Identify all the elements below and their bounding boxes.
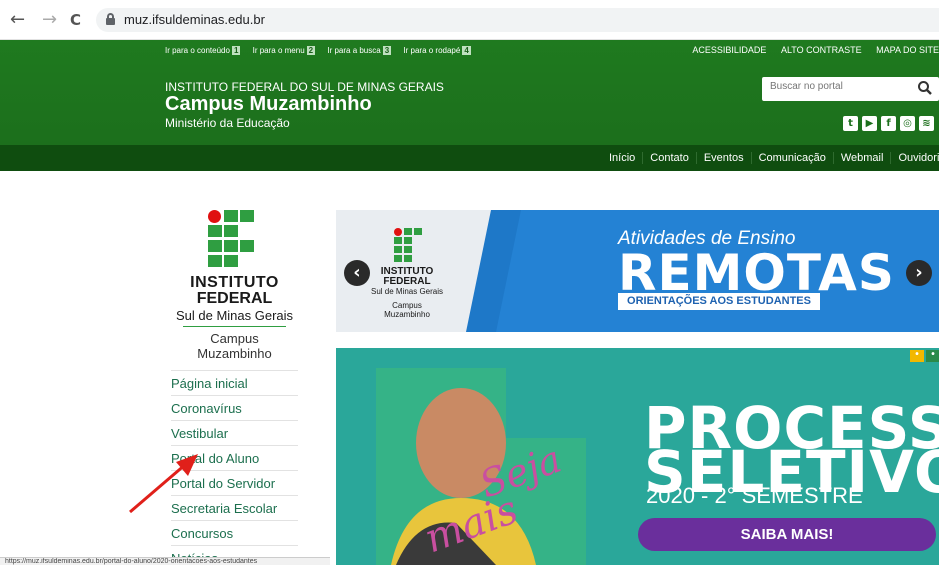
main-nav: Início Contato Eventos Comunicação Webma… <box>0 145 939 171</box>
url-text[interactable]: muz.ifsuldeminas.edu.br <box>124 12 265 27</box>
logo-text-campus: Campus Muzambinho <box>197 331 272 361</box>
back-arrow-icon[interactable]: ← <box>10 10 25 30</box>
banner-logo-line3: Sul de Minas Gerais <box>370 287 444 296</box>
banner-processo-seletivo[interactable]: Seja mais • • PROCESSO SELETIVO 2020 - 2… <box>336 348 939 565</box>
nav-webmail[interactable]: Webmail <box>832 152 891 164</box>
browser-toolbar: ← → C muz.ifsuldeminas.edu.br <box>0 0 939 40</box>
banner-logo-line5: Muzambinho <box>384 310 430 319</box>
skip-link-content[interactable]: Ir para o conteúdo 1 <box>165 46 241 55</box>
lock-icon <box>106 13 115 25</box>
institute-name[interactable]: INSTITUTO FEDERAL DO SUL DE MINAS GERAIS <box>165 80 444 94</box>
site-header: Ir para o conteúdo 1 Ir para o menu 2 Ir p… <box>0 40 939 145</box>
search-input[interactable] <box>770 81 910 92</box>
skip-link-footer[interactable]: Ir para o rodapé 4 <box>403 46 471 55</box>
nav-contato[interactable]: Contato <box>642 152 696 164</box>
side-menu-item-vestibular[interactable]: Vestibular <box>171 420 298 445</box>
reload-icon[interactable]: C <box>70 10 81 30</box>
search-box <box>762 77 939 101</box>
logo-divider <box>183 326 286 327</box>
banner-logo-line2: FEDERAL <box>383 276 431 287</box>
high-contrast-link[interactable]: ALTO CONTRASTE <box>781 45 862 55</box>
banner-subtitle: ORIENTAÇÕES AOS ESTUDANTES <box>618 293 820 310</box>
ministry-name: Ministério da Educação <box>165 116 290 130</box>
saiba-mais-button[interactable]: SAIBA MAIS! <box>638 518 936 551</box>
side-menu-item-pagina-inicial[interactable]: Página inicial <box>171 370 298 395</box>
nav-ouvidoria[interactable]: Ouvidoria <box>890 152 939 164</box>
accessibility-link[interactable]: ACESSIBILIDADE <box>692 45 766 55</box>
nav-comunicacao[interactable]: Comunicação <box>750 152 833 164</box>
skip-link-search[interactable]: Ir para a busca 3 <box>327 46 392 55</box>
site-map-link[interactable]: MAPA DO SITE <box>876 45 939 55</box>
carousel-next-icon[interactable]: › <box>906 260 932 286</box>
nav-eventos[interactable]: Eventos <box>695 152 751 164</box>
carousel-dot-active[interactable]: • <box>910 350 924 362</box>
side-menu-item-concursos[interactable]: Concursos <box>171 520 298 545</box>
carousel-banner-remotas[interactable]: INSTITUTO FEDERAL Sul de Minas Gerais Ca… <box>336 210 939 332</box>
carousel-prev-icon[interactable]: ‹ <box>344 260 370 286</box>
instagram-icon[interactable]: ◎ <box>900 116 915 131</box>
address-bar[interactable]: muz.ifsuldeminas.edu.br <box>96 8 939 32</box>
logo-text-region: Sul de Minas Gerais <box>175 308 294 323</box>
skip-links: Ir para o conteúdo 1 Ir para o menu 2 Ir p… <box>165 46 481 55</box>
red-arrow-annotation-icon <box>129 454 198 514</box>
facebook-icon[interactable]: f <box>881 116 896 131</box>
youtube-icon[interactable]: ▶ <box>862 116 877 131</box>
rss-icon[interactable]: ≋ <box>919 116 934 131</box>
carousel-dot[interactable]: • <box>926 350 939 362</box>
campus-name[interactable]: Campus Muzambinho <box>165 93 372 116</box>
side-menu-item-coronavirus[interactable]: Coronavírus <box>171 395 298 420</box>
semestre-text: 2020 - 2° SEMESTRE <box>646 483 863 508</box>
banner-logo-line4: Campus <box>392 301 422 310</box>
search-icon[interactable] <box>917 80 933 96</box>
social-links: t ▶ f ◎ ≋ <box>843 116 934 131</box>
top-links: ACESSIBILIDADE ALTO CONTRASTE MAPA DO SI… <box>680 45 939 55</box>
status-bar-url: https://muz.ifsuldeminas.edu.br/portal-d… <box>0 557 330 565</box>
forward-arrow-icon[interactable]: → <box>42 10 57 30</box>
skip-link-menu[interactable]: Ir para o menu 2 <box>253 46 316 55</box>
nav-inicio[interactable]: Início <box>602 152 642 164</box>
logo-text-federal: FEDERAL <box>196 290 273 307</box>
carousel-dots: • • <box>910 350 939 362</box>
twitter-icon[interactable]: t <box>843 116 858 131</box>
